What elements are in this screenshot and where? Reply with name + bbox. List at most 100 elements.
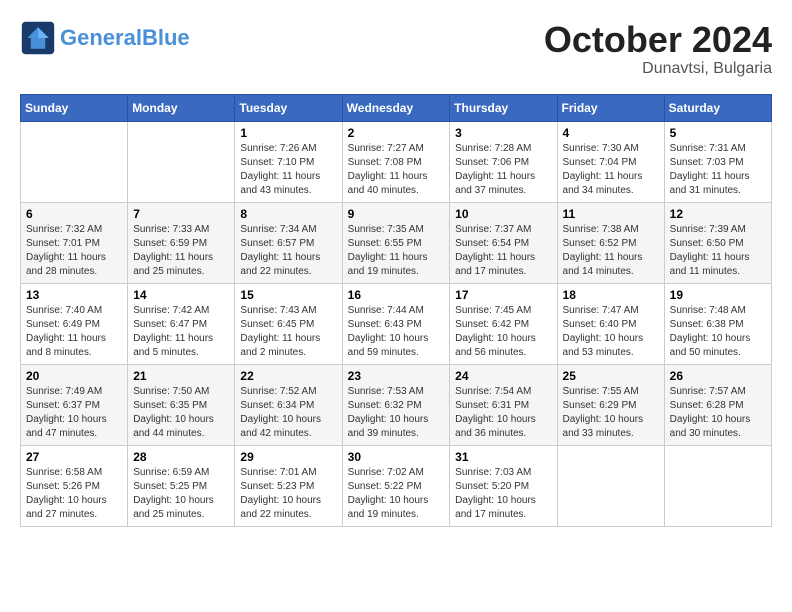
calendar-cell <box>557 445 664 526</box>
calendar-cell: 22Sunrise: 7:52 AM Sunset: 6:34 PM Dayli… <box>235 364 342 445</box>
calendar-week-2: 6 Sunrise: 7:32 AM Sunset: 7:01 PM Daylig… <box>21 202 772 283</box>
day-number: 15 <box>240 288 336 302</box>
day-info: Sunrise: 7:27 AM Sunset: 7:08 PM Dayligh… <box>348 142 445 198</box>
calendar-header: SundayMondayTuesdayWednesdayThursdayFrid… <box>21 94 772 121</box>
day-number: 12 <box>670 207 766 221</box>
day-of-week-friday: Friday <box>557 94 664 121</box>
day-info: Sunrise: 7:02 AM Sunset: 5:22 PM Dayligh… <box>348 466 445 522</box>
day-number: 17 <box>455 288 551 302</box>
calendar-week-5: 27 Sunrise: 6:58 AM Sunset: 5:26 PM Dayli… <box>21 445 772 526</box>
day-info: Sunrise: 7:38 AM Sunset: 6:52 PM Dayligh… <box>563 223 659 279</box>
day-info: Sunrise: 7:44 AM Sunset: 6:43 PM Dayligh… <box>348 304 445 360</box>
day-info: Sunrise: 7:37 AM Sunset: 6:54 PM Dayligh… <box>455 223 551 279</box>
day-number: 18 <box>563 288 659 302</box>
calendar-cell: 31 Sunrise: 7:03 AM Sunset: 5:20 PM Dayli… <box>450 445 557 526</box>
day-info: Sunrise: 7:31 AM Sunset: 7:03 PM Dayligh… <box>670 142 766 198</box>
calendar-cell: 21 Sunrise: 7:50 AM Sunset: 6:35 PM Dayli… <box>128 364 235 445</box>
calendar-table: SundayMondayTuesdayWednesdayThursdayFrid… <box>20 94 772 527</box>
calendar-cell: 15 Sunrise: 7:43 AM Sunset: 6:45 PM Dayli… <box>235 283 342 364</box>
calendar-cell <box>664 445 771 526</box>
day-number: 27 <box>26 450 122 464</box>
day-info: Sunrise: 7:45 AM Sunset: 6:42 PM Dayligh… <box>455 304 551 360</box>
day-number: 30 <box>348 450 445 464</box>
calendar-cell: 6 Sunrise: 7:32 AM Sunset: 7:01 PM Daylig… <box>21 202 128 283</box>
day-number: 5 <box>670 126 766 140</box>
calendar-cell: 20Sunrise: 7:49 AM Sunset: 6:37 PM Dayli… <box>21 364 128 445</box>
calendar-cell: 23Sunrise: 7:53 AM Sunset: 6:32 PM Dayli… <box>342 364 450 445</box>
calendar-week-4: 20Sunrise: 7:49 AM Sunset: 6:37 PM Dayli… <box>21 364 772 445</box>
day-number: 16 <box>348 288 445 302</box>
day-info: Sunrise: 7:40 AM Sunset: 6:49 PM Dayligh… <box>26 304 122 360</box>
calendar-cell: 1Sunrise: 7:26 AM Sunset: 7:10 PM Daylig… <box>235 121 342 202</box>
day-number: 31 <box>455 450 551 464</box>
day-number: 2 <box>348 126 445 140</box>
day-number: 14 <box>133 288 229 302</box>
logo-text: GeneralBlue <box>60 27 190 49</box>
day-number: 22 <box>240 369 336 383</box>
day-info: Sunrise: 7:28 AM Sunset: 7:06 PM Dayligh… <box>455 142 551 198</box>
day-info: Sunrise: 7:32 AM Sunset: 7:01 PM Dayligh… <box>26 223 122 279</box>
day-number: 24 <box>455 369 551 383</box>
day-number: 10 <box>455 207 551 221</box>
day-number: 8 <box>240 207 336 221</box>
calendar-cell: 28 Sunrise: 6:59 AM Sunset: 5:25 PM Dayli… <box>128 445 235 526</box>
calendar-cell: 5 Sunrise: 7:31 AM Sunset: 7:03 PM Daylig… <box>664 121 771 202</box>
calendar-cell: 30 Sunrise: 7:02 AM Sunset: 5:22 PM Dayli… <box>342 445 450 526</box>
day-info: Sunrise: 7:26 AM Sunset: 7:10 PM Dayligh… <box>240 142 336 198</box>
calendar-cell: 29 Sunrise: 7:01 AM Sunset: 5:23 PM Dayli… <box>235 445 342 526</box>
day-number: 9 <box>348 207 445 221</box>
day-of-week-tuesday: Tuesday <box>235 94 342 121</box>
day-info: Sunrise: 7:50 AM Sunset: 6:35 PM Dayligh… <box>133 385 229 441</box>
logo-icon <box>20 20 56 56</box>
logo-blue: Blue <box>142 25 190 50</box>
calendar-cell: 16 Sunrise: 7:44 AM Sunset: 6:43 PM Dayli… <box>342 283 450 364</box>
day-info: Sunrise: 7:34 AM Sunset: 6:57 PM Dayligh… <box>240 223 336 279</box>
day-info: Sunrise: 7:43 AM Sunset: 6:45 PM Dayligh… <box>240 304 336 360</box>
day-info: Sunrise: 7:03 AM Sunset: 5:20 PM Dayligh… <box>455 466 551 522</box>
calendar-cell: 12 Sunrise: 7:39 AM Sunset: 6:50 PM Dayli… <box>664 202 771 283</box>
calendar-body: 1Sunrise: 7:26 AM Sunset: 7:10 PM Daylig… <box>21 121 772 526</box>
calendar-cell: 25Sunrise: 7:55 AM Sunset: 6:29 PM Dayli… <box>557 364 664 445</box>
day-info: Sunrise: 6:59 AM Sunset: 5:25 PM Dayligh… <box>133 466 229 522</box>
day-of-week-thursday: Thursday <box>450 94 557 121</box>
header-row: SundayMondayTuesdayWednesdayThursdayFrid… <box>21 94 772 121</box>
calendar-cell: 2 Sunrise: 7:27 AM Sunset: 7:08 PM Daylig… <box>342 121 450 202</box>
day-info: Sunrise: 7:49 AM Sunset: 6:37 PM Dayligh… <box>26 385 122 441</box>
calendar-cell: 4Sunrise: 7:30 AM Sunset: 7:04 PM Daylig… <box>557 121 664 202</box>
calendar-cell: 27 Sunrise: 6:58 AM Sunset: 5:26 PM Dayli… <box>21 445 128 526</box>
calendar-cell: 17 Sunrise: 7:45 AM Sunset: 6:42 PM Dayli… <box>450 283 557 364</box>
calendar-cell: 26Sunrise: 7:57 AM Sunset: 6:28 PM Dayli… <box>664 364 771 445</box>
calendar-cell: 8 Sunrise: 7:34 AM Sunset: 6:57 PM Daylig… <box>235 202 342 283</box>
calendar-cell: 3Sunrise: 7:28 AM Sunset: 7:06 PM Daylig… <box>450 121 557 202</box>
calendar-cell: 9 Sunrise: 7:35 AM Sunset: 6:55 PM Daylig… <box>342 202 450 283</box>
day-number: 26 <box>670 369 766 383</box>
day-of-week-saturday: Saturday <box>664 94 771 121</box>
calendar-cell: 14Sunrise: 7:42 AM Sunset: 6:47 PM Dayli… <box>128 283 235 364</box>
calendar-week-3: 13 Sunrise: 7:40 AM Sunset: 6:49 PM Dayli… <box>21 283 772 364</box>
month-title: October 2024 <box>544 20 772 60</box>
calendar-cell: 11 Sunrise: 7:38 AM Sunset: 6:52 PM Dayli… <box>557 202 664 283</box>
day-info: Sunrise: 7:33 AM Sunset: 6:59 PM Dayligh… <box>133 223 229 279</box>
day-number: 11 <box>563 207 659 221</box>
day-info: Sunrise: 7:53 AM Sunset: 6:32 PM Dayligh… <box>348 385 445 441</box>
day-info: Sunrise: 6:58 AM Sunset: 5:26 PM Dayligh… <box>26 466 122 522</box>
day-info: Sunrise: 7:39 AM Sunset: 6:50 PM Dayligh… <box>670 223 766 279</box>
day-info: Sunrise: 7:55 AM Sunset: 6:29 PM Dayligh… <box>563 385 659 441</box>
day-of-week-sunday: Sunday <box>21 94 128 121</box>
page-header: GeneralBlue October 2024 Dunavtsi, Bulga… <box>20 20 772 78</box>
day-info: Sunrise: 7:01 AM Sunset: 5:23 PM Dayligh… <box>240 466 336 522</box>
day-of-week-wednesday: Wednesday <box>342 94 450 121</box>
day-number: 29 <box>240 450 336 464</box>
day-number: 13 <box>26 288 122 302</box>
calendar-cell: 19Sunrise: 7:48 AM Sunset: 6:38 PM Dayli… <box>664 283 771 364</box>
calendar-cell: 18 Sunrise: 7:47 AM Sunset: 6:40 PM Dayli… <box>557 283 664 364</box>
calendar-cell: 24Sunrise: 7:54 AM Sunset: 6:31 PM Dayli… <box>450 364 557 445</box>
day-number: 21 <box>133 369 229 383</box>
day-info: Sunrise: 7:47 AM Sunset: 6:40 PM Dayligh… <box>563 304 659 360</box>
day-number: 6 <box>26 207 122 221</box>
day-of-week-monday: Monday <box>128 94 235 121</box>
subtitle: Dunavtsi, Bulgaria <box>544 60 772 78</box>
day-info: Sunrise: 7:30 AM Sunset: 7:04 PM Dayligh… <box>563 142 659 198</box>
day-number: 28 <box>133 450 229 464</box>
day-info: Sunrise: 7:35 AM Sunset: 6:55 PM Dayligh… <box>348 223 445 279</box>
